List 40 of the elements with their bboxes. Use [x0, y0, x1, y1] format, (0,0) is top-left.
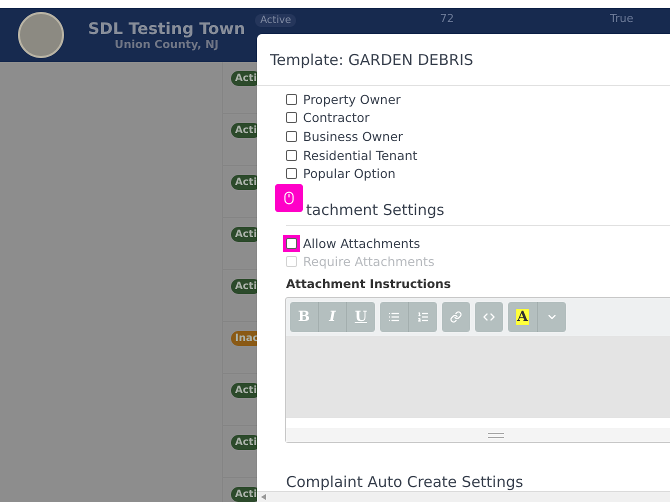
horizontal-scrollbar[interactable] — [257, 491, 670, 502]
underline-button[interactable]: U — [346, 302, 376, 332]
checkbox[interactable] — [286, 94, 297, 105]
bullet-list-icon — [388, 311, 400, 324]
bold-button[interactable]: B — [290, 302, 319, 332]
checkbox[interactable] — [286, 150, 297, 161]
checkbox-label: Business Owner — [303, 128, 403, 144]
code-icon — [483, 311, 496, 324]
header-text: True — [610, 12, 634, 25]
resize-handle[interactable] — [286, 428, 670, 442]
italic-button[interactable]: I — [318, 302, 347, 332]
town-name: SDL Testing Town — [88, 19, 246, 38]
checkbox[interactable] — [286, 238, 297, 249]
checkbox-label: Property Owner — [303, 92, 401, 107]
section-heading: Complaint Auto Create Settings — [286, 473, 524, 491]
mouse-click-marker-icon — [275, 184, 303, 212]
scroll-left-arrow-icon[interactable] — [261, 494, 266, 500]
checkbox-label: Residential Tenant — [303, 148, 418, 163]
checkbox-label: Popular Option — [303, 166, 396, 182]
editor-text-area[interactable] — [286, 336, 670, 428]
checkbox[interactable] — [286, 130, 297, 142]
checkbox[interactable] — [286, 168, 297, 180]
numbered-list-button[interactable] — [409, 302, 438, 332]
checkbox[interactable] — [286, 112, 297, 124]
numbered-list-icon — [417, 311, 430, 324]
county-name: Union County, NJ — [114, 38, 219, 51]
checkbox-label: Contractor — [303, 110, 370, 126]
section-heading: tachment Settings — [306, 200, 444, 219]
status-badge: Active — [255, 14, 296, 27]
dropdown-button[interactable] — [538, 302, 566, 332]
link-icon — [450, 311, 462, 324]
code-view-button[interactable] — [475, 302, 504, 332]
highlight-color-button[interactable]: A — [508, 302, 538, 332]
bullet-list-button[interactable] — [380, 302, 410, 332]
checkbox-label: Allow Attachments — [303, 236, 420, 251]
field-label: Attachment Instructions — [286, 277, 452, 292]
header-text: 72 — [440, 12, 454, 25]
link-button[interactable] — [442, 302, 470, 332]
checkbox-label: Require Attachments — [303, 254, 434, 270]
town-seal-icon — [18, 12, 64, 58]
